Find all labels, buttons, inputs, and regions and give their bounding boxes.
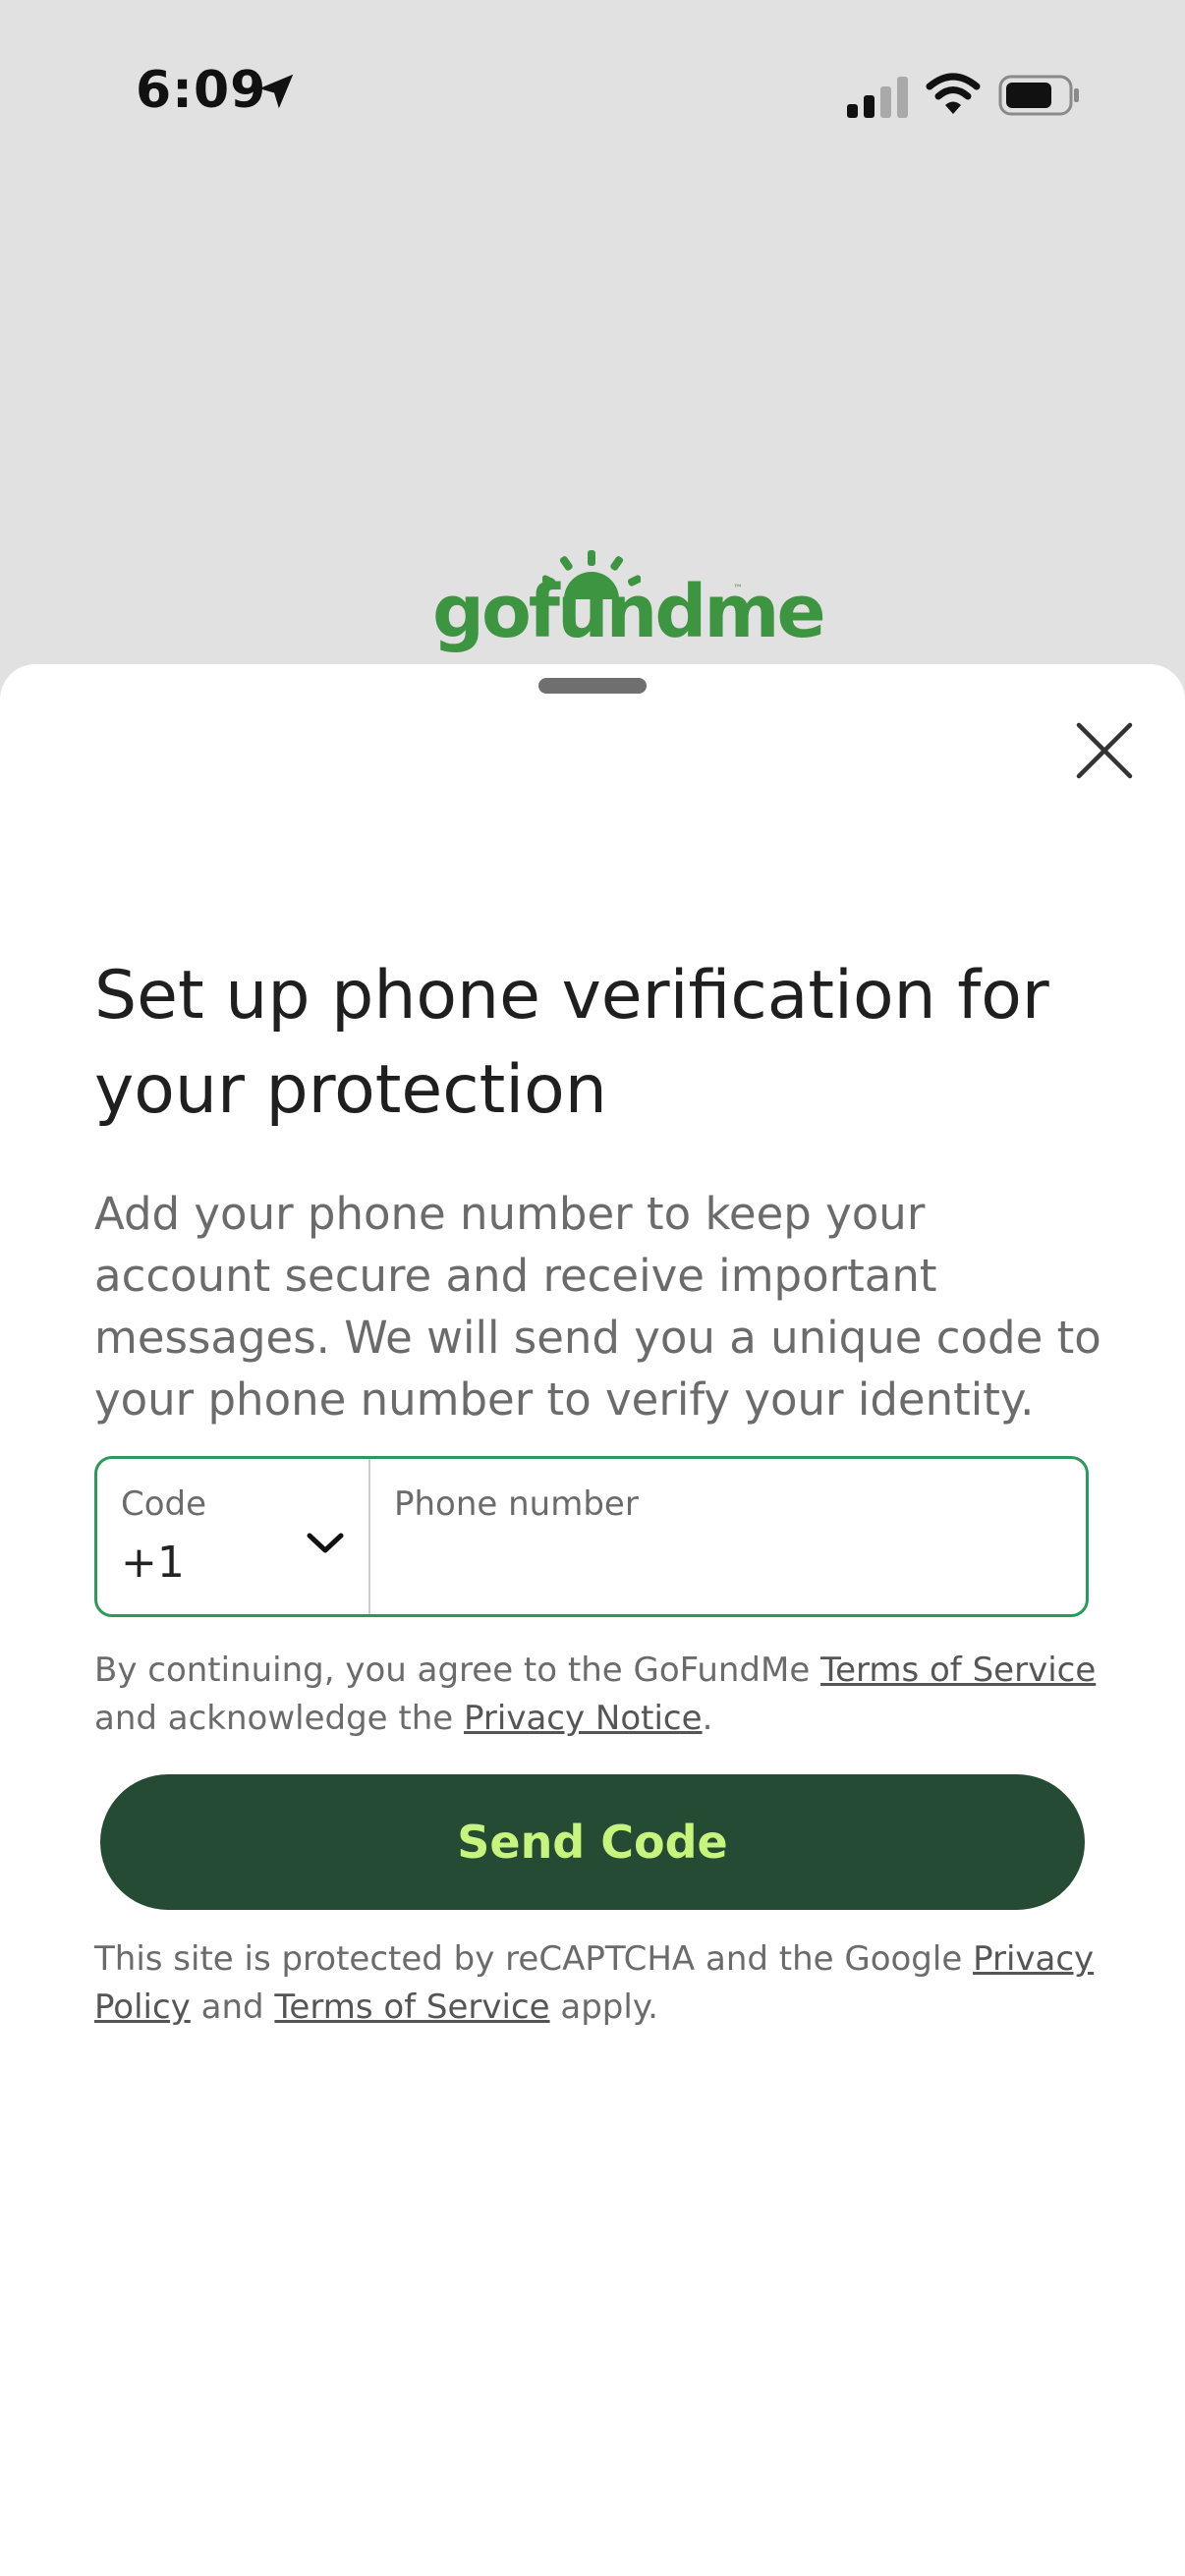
wifi-icon: [926, 73, 981, 114]
privacy-notice-link[interactable]: Privacy Notice: [464, 1699, 703, 1738]
recaptcha-prefix: This site is protected by reCAPTCHA and …: [94, 1939, 974, 1979]
page-description: Add your phone number to keep your accou…: [94, 1188, 1101, 1426]
battery-icon: [998, 75, 1079, 116]
logo-wordmark: gofundme: [432, 570, 826, 654]
phone-number-input[interactable]: [392, 1538, 1064, 1595]
recaptcha-notice: This site is protected by reCAPTCHA and …: [94, 1935, 1116, 2032]
terms-notice-middle: and acknowledge the: [94, 1699, 465, 1738]
country-code-select[interactable]: Code +1: [97, 1459, 370, 1614]
send-code-button[interactable]: Send Code: [100, 1774, 1085, 1910]
terms-of-service-link[interactable]: Terms of Service: [820, 1651, 1096, 1690]
page-title: Set up phone verification for your prote…: [94, 957, 1049, 1129]
phone-verification-sheet: Set up phone verification for your prote…: [0, 664, 1185, 2576]
terms-notice-prefix: By continuing, you agree to the GoFundMe: [94, 1651, 821, 1690]
google-terms-of-service-link[interactable]: Terms of Service: [274, 1988, 549, 2027]
country-code-value: +1: [121, 1538, 185, 1588]
close-button[interactable]: [1071, 717, 1138, 784]
phone-input-group: Code +1 Phone number: [94, 1456, 1089, 1617]
recaptcha-suffix: apply.: [549, 1988, 658, 2027]
terms-notice-suffix: .: [702, 1699, 713, 1738]
country-code-label: Code: [121, 1484, 207, 1524]
cellular-signal-icon: [847, 77, 908, 118]
status-time: 6:09: [136, 61, 267, 120]
location-arrow-icon: [258, 74, 294, 109]
logo-trademark: ™: [733, 584, 743, 594]
status-bar: 6:09: [0, 0, 1185, 187]
terms-notice: By continuing, you agree to the GoFundMe…: [94, 1647, 1116, 1743]
phone-number-label: Phone number: [394, 1484, 639, 1524]
sheet-grabber-handle[interactable]: [538, 678, 647, 694]
gofundme-logo: gofundme ™: [432, 550, 826, 658]
recaptcha-middle: and: [190, 1988, 275, 2027]
close-icon: [1076, 722, 1133, 779]
phone-number-field[interactable]: Phone number: [370, 1459, 1086, 1614]
chevron-down-icon: [307, 1533, 344, 1553]
